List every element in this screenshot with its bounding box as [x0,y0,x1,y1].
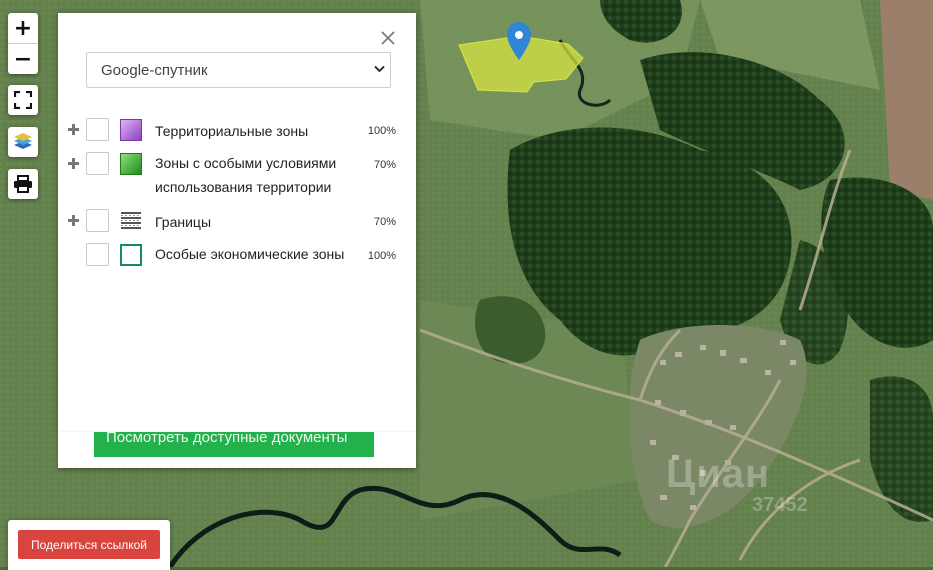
view-documents-button[interactable]: Посмотреть доступные документы ⟶ [94,432,374,468]
layer-checkbox[interactable] [86,209,109,232]
zoom-in-button[interactable]: + [8,13,38,43]
layers-button[interactable] [8,127,38,157]
layer-opacity: 100% [367,125,396,137]
expand-plus-icon[interactable] [67,214,80,227]
layer-checkbox[interactable] [86,118,109,141]
expand-plus-icon[interactable] [67,123,80,136]
layer-name: Зоны с особыми условиями использования т… [155,155,337,195]
expand-plus-icon[interactable] [67,157,80,170]
layer-opacity: 70% [373,159,396,171]
layer-opacity: 70% [373,216,396,228]
layer-opacity: 100% [367,250,396,262]
basemap-select[interactable]: Google-спутник [86,52,391,88]
zoom-controls: + − [8,13,38,74]
purple-gradient-swatch-icon [120,119,142,141]
layer-name: Территориальные зоны [155,123,309,139]
green-gradient-swatch-icon [120,153,142,175]
zoom-out-button[interactable]: − [8,44,38,74]
share-box: Поделиться ссылкой [8,520,170,570]
print-button[interactable] [8,169,38,199]
share-link-button[interactable]: Поделиться ссылкой [18,530,160,559]
layer-name: Границы [155,214,211,230]
green-outline-swatch-icon [120,244,142,266]
layers-panel: Google-спутник Территориальные зоны 100%… [58,13,416,432]
layers-icon [14,133,32,149]
layer-checkbox[interactable] [86,243,109,266]
documents-strip: Посмотреть доступные документы ⟶ [58,432,416,468]
striped-lines-swatch-icon [120,210,142,232]
layer-name: Особые экономические зоны [155,246,345,262]
layer-checkbox[interactable] [86,152,109,175]
close-icon[interactable] [380,30,396,46]
fullscreen-icon [14,91,32,109]
printer-icon [14,175,32,193]
fullscreen-button[interactable] [8,85,38,115]
